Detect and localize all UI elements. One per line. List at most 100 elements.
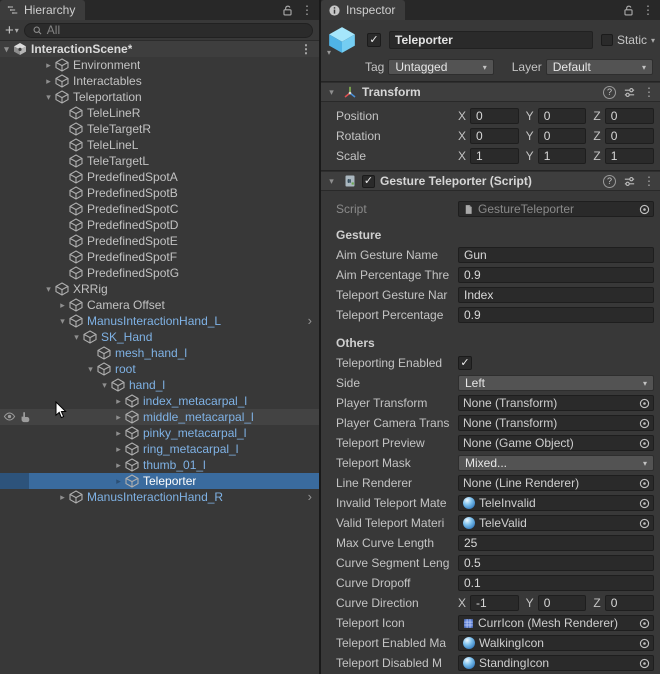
- x-input[interactable]: [470, 148, 519, 164]
- static-checkbox[interactable]: [601, 34, 613, 46]
- tab-hierarchy[interactable]: Hierarchy: [0, 0, 85, 20]
- hierarchy-item[interactable]: PredefinedSpotA: [0, 169, 319, 185]
- foldout-arrow-icon[interactable]: ▸: [42, 76, 55, 87]
- component-enabled-checkbox[interactable]: ✓: [362, 175, 375, 188]
- scene-menu-icon[interactable]: ⋮: [300, 43, 312, 55]
- object-picker-icon[interactable]: [638, 517, 651, 530]
- hierarchy-item[interactable]: ▸ ManusInteractionHand_R ›: [0, 489, 319, 505]
- object-picker-icon[interactable]: [638, 477, 651, 490]
- foldout-arrow-icon[interactable]: ▸: [112, 428, 125, 439]
- object-field[interactable]: None (Transform): [458, 395, 654, 411]
- z-input[interactable]: [605, 108, 654, 124]
- x-input[interactable]: [470, 128, 519, 144]
- hierarchy-item[interactable]: TeleLineL: [0, 137, 319, 153]
- gameobject-icon-button[interactable]: ▾: [327, 25, 367, 55]
- hierarchy-item[interactable]: ▸ Teleporter: [0, 473, 319, 489]
- z-input[interactable]: [605, 128, 654, 144]
- hierarchy-item[interactable]: ▸ thumb_01_l: [0, 457, 319, 473]
- hierarchy-item[interactable]: ▾ XRRig: [0, 281, 319, 297]
- hierarchy-item[interactable]: ▾ hand_l: [0, 377, 319, 393]
- hierarchy-item[interactable]: PredefinedSpotD: [0, 217, 319, 233]
- component-menu-icon[interactable]: ⋮: [643, 175, 655, 187]
- hierarchy-item[interactable]: ▾ SK_Hand: [0, 329, 319, 345]
- tab-inspector[interactable]: Inspector: [321, 0, 405, 20]
- hierarchy-item[interactable]: ▸ Environment: [0, 57, 319, 73]
- foldout-arrow-icon[interactable]: ▸: [112, 396, 125, 407]
- foldout-arrow-icon[interactable]: ▸: [112, 460, 125, 471]
- object-picker-icon[interactable]: [638, 437, 651, 450]
- foldout-arrow-icon[interactable]: ▸: [56, 492, 69, 503]
- object-field[interactable]: None (Line Renderer): [458, 475, 654, 491]
- object-field[interactable]: None (Game Object): [458, 435, 654, 451]
- object-field[interactable]: TeleValid: [458, 515, 654, 531]
- hierarchy-item[interactable]: ▾ Teleportation: [0, 89, 319, 105]
- help-icon[interactable]: ?: [603, 175, 616, 188]
- visibility-toggle-icon[interactable]: [3, 410, 16, 423]
- foldout-arrow-icon[interactable]: ▸: [56, 300, 69, 311]
- y-input[interactable]: [538, 108, 587, 124]
- property-text-input[interactable]: [458, 287, 654, 303]
- hierarchy-item[interactable]: mesh_hand_l: [0, 345, 319, 361]
- object-field[interactable]: StandingIcon: [458, 655, 654, 671]
- property-text-input[interactable]: [458, 307, 654, 323]
- foldout-arrow-icon[interactable]: ▾: [325, 176, 338, 187]
- property-text-input[interactable]: [458, 267, 654, 283]
- layer-dropdown[interactable]: Default ▾: [546, 59, 653, 75]
- foldout-arrow-icon[interactable]: ▾: [84, 364, 97, 375]
- hierarchy-item[interactable]: ▸ index_metacarpal_l: [0, 393, 319, 409]
- property-text-input[interactable]: [458, 535, 654, 551]
- prefab-chevron-icon[interactable]: ›: [308, 489, 312, 505]
- y-input[interactable]: [538, 148, 587, 164]
- prefab-chevron-icon[interactable]: ›: [308, 313, 312, 329]
- hierarchy-item[interactable]: PredefinedSpotF: [0, 249, 319, 265]
- lock-icon[interactable]: [281, 4, 294, 17]
- foldout-arrow-icon[interactable]: ▾: [70, 332, 83, 343]
- panel-menu-icon[interactable]: ⋮: [301, 4, 313, 16]
- foldout-arrow-icon[interactable]: ▸: [112, 412, 125, 423]
- pickability-toggle-icon[interactable]: [19, 411, 31, 423]
- object-picker-icon[interactable]: [638, 617, 651, 630]
- z-input[interactable]: [605, 595, 654, 611]
- hierarchy-item[interactable]: ▸ Interactables: [0, 73, 319, 89]
- hierarchy-item[interactable]: PredefinedSpotB: [0, 185, 319, 201]
- foldout-arrow-icon[interactable]: ▸: [112, 476, 125, 487]
- object-picker-icon[interactable]: [638, 417, 651, 430]
- hierarchy-item[interactable]: ▸ middle_metacarpal_l: [0, 409, 319, 425]
- foldout-arrow-icon[interactable]: ▾: [42, 92, 55, 103]
- x-input[interactable]: [470, 108, 519, 124]
- hierarchy-item[interactable]: ▸ ring_metacarpal_l: [0, 441, 319, 457]
- create-button[interactable]: + ▾: [5, 23, 19, 38]
- hierarchy-item[interactable]: TeleTargetR: [0, 121, 319, 137]
- script-object-field[interactable]: GestureTeleporter: [458, 201, 654, 217]
- transform-header[interactable]: ▾ Transform ? ⋮: [321, 82, 660, 102]
- z-input[interactable]: [605, 148, 654, 164]
- property-text-input[interactable]: [458, 555, 654, 571]
- hierarchy-item[interactable]: ▾ ManusInteractionHand_L ›: [0, 313, 319, 329]
- panel-menu-icon[interactable]: ⋮: [642, 4, 654, 16]
- foldout-arrow-icon[interactable]: ▾: [98, 380, 111, 391]
- property-dropdown[interactable]: Mixed... ▾: [458, 455, 654, 471]
- object-field[interactable]: WalkingIcon: [458, 635, 654, 651]
- component-menu-icon[interactable]: ⋮: [643, 86, 655, 98]
- property-checkbox[interactable]: ✓: [458, 356, 472, 370]
- property-dropdown[interactable]: Left ▾: [458, 375, 654, 391]
- active-checkbox[interactable]: ✓: [367, 33, 381, 47]
- hierarchy-item[interactable]: PredefinedSpotG: [0, 265, 319, 281]
- object-field[interactable]: None (Transform): [458, 415, 654, 431]
- hierarchy-item[interactable]: TeleLineR: [0, 105, 319, 121]
- object-picker-icon[interactable]: [638, 657, 651, 670]
- hierarchy-item[interactable]: ▾ root: [0, 361, 319, 377]
- object-picker-icon[interactable]: [638, 397, 651, 410]
- foldout-arrow-icon[interactable]: ▸: [112, 444, 125, 455]
- object-picker-icon[interactable]: [638, 203, 651, 216]
- foldout-arrow-icon[interactable]: ▾: [325, 87, 338, 98]
- y-input[interactable]: [538, 595, 587, 611]
- hierarchy-item[interactable]: TeleTargetL: [0, 153, 319, 169]
- object-picker-icon[interactable]: [638, 637, 651, 650]
- hierarchy-item[interactable]: PredefinedSpotC: [0, 201, 319, 217]
- x-input[interactable]: [470, 595, 519, 611]
- object-field[interactable]: CurrIcon (Mesh Renderer): [458, 615, 654, 631]
- foldout-arrow-icon[interactable]: ▾: [56, 316, 69, 327]
- static-dropdown-arrow[interactable]: ▾: [651, 36, 655, 45]
- help-icon[interactable]: ?: [603, 86, 616, 99]
